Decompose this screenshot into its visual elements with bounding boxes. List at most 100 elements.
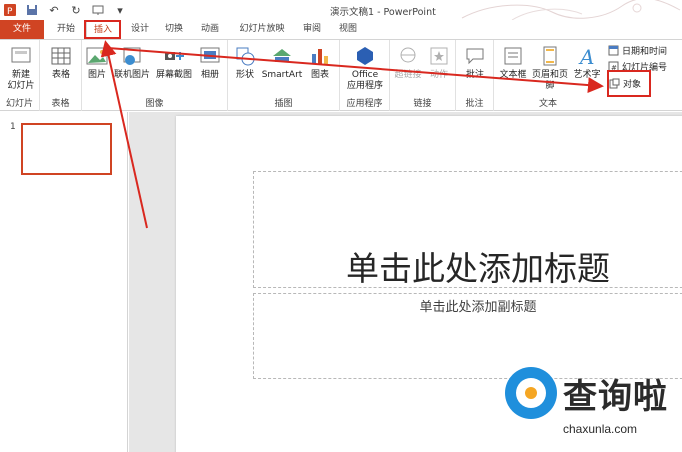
tab-insert[interactable]: 插入 bbox=[86, 20, 120, 40]
photo-album-button[interactable]: 相册 bbox=[196, 44, 224, 81]
group-images: 图片 联机图片 屏幕截图 相册 图像 bbox=[82, 40, 228, 111]
table-label: 表格 bbox=[51, 70, 70, 80]
smartart-label: SmartArt bbox=[261, 70, 303, 80]
tab-transitions[interactable]: 切换 bbox=[160, 20, 188, 39]
table-button[interactable]: 表格 bbox=[44, 44, 78, 81]
pictures-button[interactable]: 图片 bbox=[84, 44, 110, 81]
watermark: 查询啦 chaxunla.com bbox=[505, 367, 675, 445]
office-apps-label-2: 应用程序 bbox=[346, 81, 383, 91]
customize-qat-icon[interactable]: ▾ bbox=[112, 2, 128, 18]
group-comments: 批注 批注 bbox=[456, 40, 494, 111]
chart-icon bbox=[312, 49, 328, 64]
screenshot-label: 屏幕截图 bbox=[155, 70, 192, 80]
comment-icon bbox=[466, 48, 484, 65]
new-slide-button[interactable]: 新建 幻灯片 bbox=[4, 44, 38, 92]
group-images-label: 图像 bbox=[145, 99, 164, 109]
header-footer-label: 页眉和页脚 bbox=[531, 70, 568, 91]
shapes-icon bbox=[236, 47, 255, 66]
watermark-url: chaxunla.com bbox=[563, 422, 638, 436]
svg-text:A: A bbox=[578, 45, 594, 68]
new-slide-icon bbox=[11, 47, 31, 63]
chart-button[interactable]: 图表 bbox=[306, 44, 334, 81]
slide-thumbnail-pane[interactable]: 1 bbox=[0, 112, 128, 452]
slide-thumbnail[interactable] bbox=[21, 123, 112, 175]
title-bar: P ↶ ↻ ▾ 演示文稿1 - PowerPoint bbox=[0, 0, 682, 20]
header-footer-icon bbox=[543, 46, 557, 66]
action-star-icon bbox=[430, 47, 448, 65]
group-text: 文本框 页眉和页脚 A 艺术字 日期和时间 # 幻灯片编号 对象 文本 bbox=[494, 40, 682, 111]
new-slide-label-1: 新建 bbox=[11, 70, 30, 80]
online-pictures-label: 联机图片 bbox=[113, 70, 150, 80]
photo-album-label: 相册 bbox=[200, 70, 219, 80]
picture-icon bbox=[86, 47, 108, 65]
smartart-icon bbox=[273, 49, 291, 62]
title-placeholder[interactable]: 单击此处添加标题 bbox=[253, 171, 682, 288]
title-placeholder-text: 单击此处添加标题 bbox=[346, 249, 610, 288]
tab-review[interactable]: 审阅 bbox=[298, 20, 326, 39]
powerpoint-logo-icon[interactable]: P bbox=[2, 2, 18, 18]
datetime-button[interactable]: 日期和时间 bbox=[608, 44, 667, 57]
smartart-button[interactable]: SmartArt bbox=[260, 44, 304, 81]
shapes-label: 形状 bbox=[235, 70, 254, 80]
wordart-button[interactable]: A 艺术字 bbox=[572, 44, 602, 81]
svg-text:P: P bbox=[7, 7, 13, 17]
calendar-icon bbox=[608, 45, 619, 56]
pictures-label: 图片 bbox=[87, 70, 106, 80]
group-illustrations: 形状 SmartArt 图表 插图 bbox=[228, 40, 340, 111]
watermark-name: 查询啦 bbox=[563, 377, 668, 417]
comment-button[interactable]: 批注 bbox=[460, 44, 490, 81]
quick-access-toolbar: P ↶ ↻ ▾ bbox=[2, 2, 128, 18]
group-slides: 新建 幻灯片 幻灯片 bbox=[0, 40, 40, 111]
hyperlink-label: 超链接 bbox=[394, 70, 422, 80]
group-links: 超链接 动作 链接 bbox=[390, 40, 456, 111]
screenshot-button[interactable]: 屏幕截图 bbox=[154, 44, 194, 81]
online-picture-icon bbox=[123, 47, 141, 65]
group-tables: 表格 表格 bbox=[40, 40, 82, 111]
tab-home[interactable]: 开始 bbox=[52, 20, 80, 39]
table-icon bbox=[51, 47, 71, 65]
group-illustrations-label: 插图 bbox=[274, 99, 293, 109]
group-apps: Office 应用程序 应用程序 bbox=[340, 40, 390, 111]
header-footer-button[interactable]: 页眉和页脚 bbox=[530, 44, 570, 92]
undo-icon[interactable]: ↶ bbox=[46, 2, 62, 18]
group-text-label: 文本 bbox=[538, 99, 557, 109]
textbox-button[interactable]: 文本框 bbox=[496, 44, 530, 81]
decorative-flourish bbox=[461, 0, 681, 20]
redo-icon[interactable]: ↻ bbox=[68, 2, 84, 18]
ribbon: 新建 幻灯片 幻灯片 表格 表格 图片 联机图片 屏幕截图 相册 图像 形状 S… bbox=[0, 39, 682, 111]
comment-label: 批注 bbox=[465, 70, 484, 80]
office-apps-label-1: Office bbox=[351, 70, 379, 80]
hyperlink-button[interactable]: 超链接 bbox=[392, 44, 424, 81]
shapes-button[interactable]: 形状 bbox=[230, 44, 260, 81]
window-title: 演示文稿1 - PowerPoint bbox=[330, 7, 436, 18]
action-label: 动作 bbox=[429, 70, 448, 80]
watermark-logo-icon bbox=[505, 367, 557, 419]
group-links-label: 链接 bbox=[413, 99, 432, 109]
new-slide-label-2: 幻灯片 bbox=[7, 81, 35, 91]
group-tables-label: 表格 bbox=[51, 99, 70, 109]
textbox-label: 文本框 bbox=[499, 70, 527, 80]
present-icon[interactable] bbox=[90, 2, 106, 18]
wordart-label: 艺术字 bbox=[573, 70, 601, 80]
tab-animations[interactable]: 动画 bbox=[196, 20, 224, 39]
screenshot-icon bbox=[165, 52, 184, 60]
photo-album-icon bbox=[200, 47, 220, 63]
online-pictures-button[interactable]: 联机图片 bbox=[112, 44, 152, 81]
textbox-icon bbox=[504, 47, 522, 65]
object-button-highlight bbox=[607, 70, 651, 97]
office-store-icon bbox=[357, 47, 373, 65]
group-apps-label: 应用程序 bbox=[346, 99, 383, 109]
wordart-icon: A bbox=[578, 45, 594, 68]
office-apps-button[interactable]: Office 应用程序 bbox=[342, 44, 388, 92]
action-button[interactable]: 动作 bbox=[424, 44, 454, 81]
tab-view[interactable]: 视图 bbox=[334, 20, 362, 39]
chart-label: 图表 bbox=[310, 70, 329, 80]
hyperlink-icon bbox=[400, 47, 416, 63]
tab-design[interactable]: 设计 bbox=[126, 20, 154, 39]
datetime-label: 日期和时间 bbox=[622, 47, 668, 57]
subtitle-placeholder-text: 单击此处添加副标题 bbox=[419, 300, 537, 315]
group-comments-label: 批注 bbox=[465, 99, 484, 109]
save-icon[interactable] bbox=[24, 2, 40, 18]
tab-slideshow[interactable]: 幻灯片放映 bbox=[234, 20, 290, 39]
tab-file[interactable]: 文件 bbox=[0, 20, 44, 39]
